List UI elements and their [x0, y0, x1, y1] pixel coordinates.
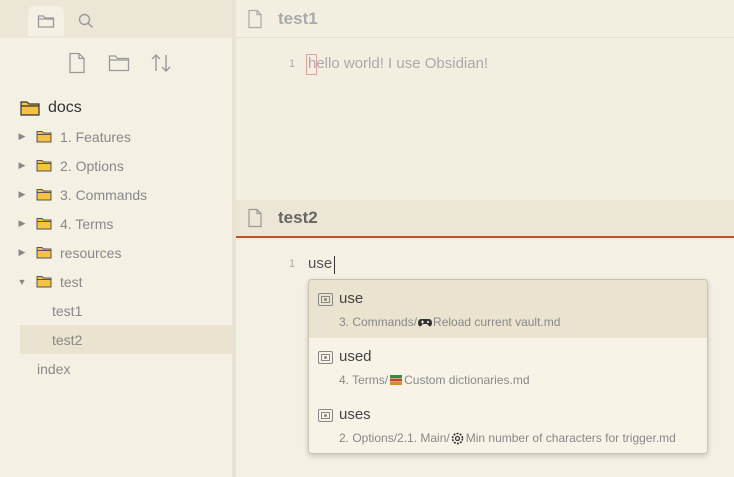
word-icon: [318, 293, 333, 306]
tree-file-test1[interactable]: test1: [20, 296, 232, 325]
folder-icon: [36, 276, 52, 288]
cursor-indicator: [306, 54, 317, 75]
suggestion-word: used: [339, 348, 372, 365]
folder-icon: [36, 160, 52, 172]
suggestion-path: 3. Commands/ Reload current vault.md: [339, 315, 560, 329]
caret-down-icon[interactable]: ▼: [16, 277, 28, 287]
tree-folder-terms[interactable]: ▶ 4. Terms: [0, 209, 232, 238]
game-controller-icon: [418, 316, 433, 328]
sidebar-tabs: [0, 0, 234, 38]
file-icon: [248, 9, 262, 28]
tab-search[interactable]: [68, 6, 104, 36]
tree-file-label: test1: [52, 302, 83, 319]
tree-folder-label: 1. Features: [60, 128, 131, 145]
pane-title: test2: [278, 208, 318, 227]
sidebar: docs ▶ 1. Features ▶ 2. Options ▶ 3. Com…: [0, 0, 234, 477]
new-file-button[interactable]: [62, 48, 92, 78]
suggestion-path: 2. Options/2.1. Main/ Min number of char…: [339, 431, 676, 445]
folder-icon: [36, 218, 52, 230]
caret-right-icon[interactable]: ▶: [16, 218, 28, 229]
line-number: 1: [289, 58, 296, 70]
tree-file-label: index: [37, 360, 71, 377]
file-icon: [248, 208, 262, 228]
pane-header-test1[interactable]: test1: [236, 0, 734, 38]
path-prefix: 3. Commands/: [339, 315, 418, 329]
word-icon: [318, 351, 333, 364]
suggestion-item[interactable]: uses 2. Options/2.1. Main/ Min number of…: [309, 396, 707, 453]
folder-icon: [36, 189, 52, 201]
suggestion-word: use: [339, 290, 364, 307]
sort-icon: [151, 54, 171, 72]
suggestion-word: uses: [339, 406, 371, 423]
pane-header-test2[interactable]: test2: [236, 200, 734, 238]
path-prefix: 2. Options/2.1. Main/: [339, 431, 450, 445]
folder-icon: [20, 101, 40, 116]
tree-folder-label: 4. Terms: [60, 215, 114, 232]
new-folder-icon: [108, 55, 130, 72]
editor-line[interactable]: use: [308, 255, 332, 272]
editor-line[interactable]: hello world! I use Obsidian!: [308, 55, 488, 72]
tree-folder-label: test: [60, 273, 83, 290]
suggestion-path: 4. Terms/ Custom dictionaries.md: [339, 373, 530, 387]
path-suffix: Custom dictionaries.md: [404, 373, 530, 387]
word-icon: [318, 409, 333, 422]
tree-folder-test[interactable]: ▼ test: [0, 267, 232, 296]
tree-folder-resources[interactable]: ▶ resources: [0, 238, 232, 267]
tree-folder-label: resources: [60, 244, 122, 261]
caret-right-icon[interactable]: ▶: [16, 247, 28, 258]
caret-right-icon[interactable]: ▶: [16, 131, 28, 142]
new-folder-button[interactable]: [104, 48, 134, 78]
folder-icon: [36, 131, 52, 143]
tree-file-test2[interactable]: test2: [20, 325, 232, 354]
line-number: 1: [289, 258, 296, 270]
suggestion-item[interactable]: used 4. Terms/ Custom dictionaries.md: [309, 338, 707, 396]
tab-files[interactable]: [28, 6, 64, 36]
folder-icon: [37, 15, 55, 28]
new-file-icon: [69, 52, 85, 74]
books-icon: [389, 374, 403, 386]
tree-file-label: test2: [52, 331, 83, 348]
tree-folder-commands[interactable]: ▶ 3. Commands: [0, 180, 232, 209]
tree-folder-label: 2. Options: [60, 157, 124, 174]
pane-title: test1: [278, 8, 318, 28]
tree-root-docs[interactable]: docs: [20, 94, 82, 122]
tree-folder-label: 3. Commands: [60, 186, 148, 203]
sort-button[interactable]: [146, 48, 176, 78]
caret-right-icon[interactable]: ▶: [16, 160, 28, 171]
path-prefix: 4. Terms/: [339, 373, 389, 387]
suggestion-item[interactable]: use 3. Commands/ Reload current vault.md: [309, 280, 707, 338]
text-caret: [334, 256, 335, 274]
tree-file-index[interactable]: index: [20, 354, 232, 383]
caret-right-icon[interactable]: ▶: [16, 189, 28, 200]
path-suffix: Min number of characters for trigger.md: [465, 431, 676, 445]
file-toolbar: [0, 48, 234, 78]
gear-icon: [451, 432, 465, 445]
autocomplete-popup: use 3. Commands/ Reload current vault.md…: [308, 279, 708, 454]
tree-folder-features[interactable]: ▶ 1. Features: [0, 122, 232, 151]
tree-folder-options[interactable]: ▶ 2. Options: [0, 151, 232, 180]
folder-icon: [36, 247, 52, 259]
tree-root-label: docs: [48, 99, 82, 116]
path-suffix: Reload current vault.md: [433, 315, 561, 329]
search-icon: [78, 13, 94, 29]
